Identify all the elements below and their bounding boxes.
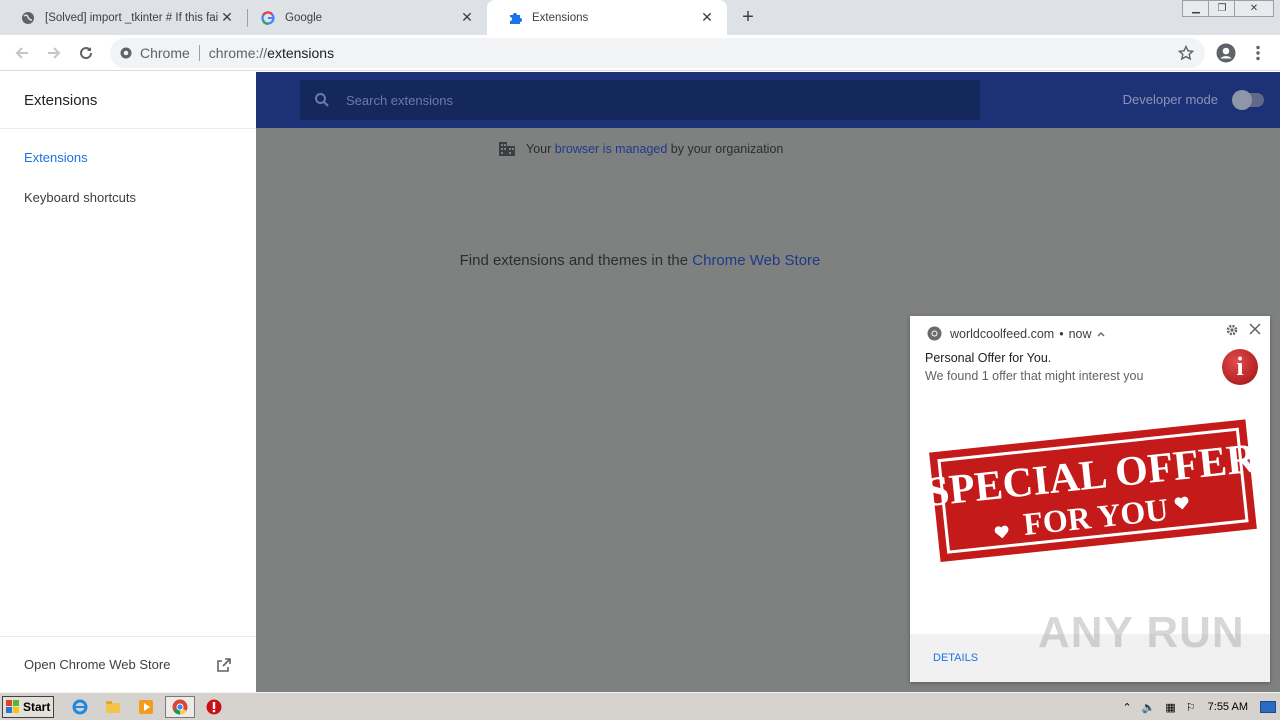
- extensions-sidebar: Extensions Extensions Keyboard shortcuts…: [0, 72, 256, 692]
- google-icon: [260, 10, 276, 26]
- find-text: Find extensions and themes in the: [459, 252, 689, 269]
- bookmark-star-button[interactable]: [1174, 41, 1198, 65]
- menu-button[interactable]: [1246, 41, 1270, 65]
- managed-notice: Your browser is managed by your organiza…: [498, 141, 783, 157]
- notification-title: Personal Offer for You.: [925, 351, 1052, 365]
- clock: 7:55 AM: [1207, 701, 1248, 713]
- origin-dot: •: [1059, 326, 1064, 341]
- kebab-menu-icon: [1256, 45, 1260, 61]
- watermark-text: ANY RUN: [1038, 608, 1245, 657]
- tab-google[interactable]: Google ✕: [240, 0, 487, 35]
- explorer-icon[interactable]: [104, 698, 122, 716]
- reload-button[interactable]: [74, 41, 98, 65]
- new-tab-button[interactable]: +: [737, 6, 759, 28]
- tab-title: [Solved] import _tkinter # If this fails: [45, 11, 219, 24]
- notification-message: We found 1 offer that might interest you: [925, 369, 1144, 383]
- windows-taskbar: Start ⌃ 🔈 ▦ ⚐ 7:55 AM: [0, 692, 1280, 720]
- search-icon: [315, 93, 329, 107]
- chrome-web-store-link[interactable]: Chrome Web Store: [692, 252, 820, 269]
- chrome-icon: [120, 47, 132, 59]
- notification-settings-button[interactable]: [1226, 324, 1238, 336]
- network-icon[interactable]: ▦: [1165, 701, 1175, 714]
- tab-title: Google: [285, 11, 323, 24]
- origin-time: now: [1068, 326, 1092, 341]
- url-scheme: chrome://: [208, 45, 268, 61]
- close-tab-icon[interactable]: ✕: [699, 9, 715, 26]
- tab-strip: [Solved] import _tkinter # If this fails…: [0, 0, 1280, 35]
- close-tab-icon[interactable]: ✕: [219, 9, 235, 26]
- open-web-store-label: Open Chrome Web Store: [24, 657, 171, 672]
- notification-close-button[interactable]: [1249, 323, 1263, 337]
- find-extensions-text: Find extensions and themes in the Chrome…: [256, 252, 1024, 269]
- chrome-taskbar-button[interactable]: [165, 696, 195, 718]
- address-bar[interactable]: Chrome chrome://extensions: [110, 38, 1205, 68]
- show-desktop-icon[interactable]: [1260, 701, 1276, 713]
- chevron-up-icon: [1097, 331, 1105, 336]
- omnibox-separator: [198, 45, 200, 61]
- start-button[interactable]: Start: [2, 696, 54, 718]
- back-arrow-icon: [15, 47, 28, 59]
- toggle-knob: [1232, 90, 1252, 110]
- search-box[interactable]: [300, 80, 980, 120]
- open-web-store-link[interactable]: Open Chrome Web Store: [0, 636, 256, 692]
- origin-domain: worldcoolfeed.com: [950, 326, 1055, 341]
- info-icon: i: [1222, 349, 1258, 385]
- star-icon: [1178, 45, 1194, 61]
- managed-prefix: Your: [526, 142, 552, 156]
- chrome-icon: [927, 326, 942, 341]
- restore-icon[interactable]: ❐: [1208, 0, 1236, 17]
- forward-arrow-icon: [48, 47, 61, 59]
- gear-icon: [1226, 324, 1238, 336]
- ie-icon[interactable]: [71, 698, 89, 716]
- extensions-header: Developer mode: [256, 72, 1280, 128]
- developer-mode-label: Developer mode: [1122, 92, 1218, 107]
- profile-button[interactable]: [1214, 41, 1238, 65]
- system-tray: ⌃ 🔈 ▦ ⚐ 7:55 AM: [1122, 695, 1280, 719]
- notification-actions: DETAILS ANY RUN: [910, 608, 1270, 682]
- sidebar-item-extensions[interactable]: Extensions: [0, 137, 256, 177]
- tab-title: Extensions: [532, 11, 589, 24]
- flag-icon[interactable]: ⚐: [1186, 701, 1196, 714]
- media-player-icon[interactable]: [137, 698, 155, 716]
- external-link-icon: [217, 657, 231, 672]
- url-host: extensions: [267, 45, 335, 61]
- tray-expand-icon[interactable]: ⌃: [1122, 701, 1131, 714]
- developer-mode-toggle[interactable]: [1232, 90, 1264, 110]
- sidebar-item-keyboard-shortcuts[interactable]: Keyboard shortcuts: [0, 177, 256, 217]
- notification-popup: worldcoolfeed.com • now Personal Offer f…: [910, 316, 1270, 682]
- site-chip-label: Chrome: [140, 45, 190, 61]
- close-icon: [1249, 323, 1261, 335]
- special-offer-banner[interactable]: SPECIAL OFFER FOR YOU: [910, 406, 1270, 606]
- reload-icon: [80, 47, 93, 60]
- building-icon: [499, 142, 515, 156]
- chrome-icon: [172, 699, 188, 715]
- start-label: Start: [23, 700, 51, 714]
- close-window-icon[interactable]: ✕: [1234, 0, 1274, 17]
- notification-origin: worldcoolfeed.com • now: [927, 326, 1105, 341]
- tab-extensions[interactable]: Extensions ✕: [487, 0, 727, 35]
- search-input[interactable]: [346, 92, 946, 108]
- tab-tkinter[interactable]: [Solved] import _tkinter # If this fails…: [0, 0, 247, 35]
- volume-icon[interactable]: 🔈: [1142, 701, 1156, 714]
- windows-logo-icon: [6, 700, 19, 713]
- opera-icon[interactable]: [205, 698, 223, 716]
- url-text: chrome://extensions: [209, 45, 334, 61]
- forward-button[interactable]: [42, 41, 66, 65]
- managed-suffix: by your organization: [670, 142, 784, 156]
- details-button[interactable]: DETAILS: [933, 652, 978, 664]
- browser-toolbar: Chrome chrome://extensions: [0, 35, 1280, 71]
- close-tab-icon[interactable]: ✕: [459, 9, 475, 26]
- globe-icon: [20, 10, 36, 26]
- puzzle-icon: [507, 10, 523, 26]
- back-button[interactable]: [10, 41, 34, 65]
- minimize-icon[interactable]: ▁: [1182, 0, 1210, 17]
- avatar-icon: [1216, 43, 1236, 63]
- sidebar-title: Extensions: [0, 72, 256, 129]
- browser-managed-link[interactable]: browser is managed: [555, 142, 668, 156]
